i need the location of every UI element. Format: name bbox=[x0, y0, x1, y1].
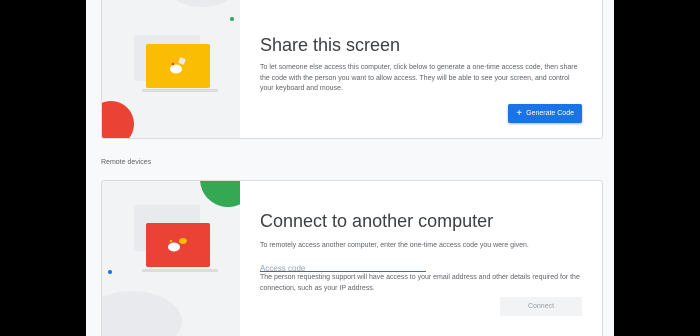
share-hand-icon bbox=[170, 57, 186, 74]
share-illustration bbox=[102, 0, 240, 138]
laptop-base bbox=[142, 269, 218, 272]
gray-blob-decoration bbox=[172, 0, 232, 7]
connect-hand-icon bbox=[168, 238, 187, 252]
access-code-field[interactable] bbox=[260, 258, 426, 275]
laptop-base bbox=[142, 89, 218, 92]
share-title: Share this screen bbox=[260, 35, 401, 55]
laptop-red-screen bbox=[146, 223, 210, 267]
share-screen-card: Share this screen To let someone else ac… bbox=[101, 0, 603, 139]
connect-illustration bbox=[102, 181, 240, 336]
remote-support-page: Share this screen To let someone else ac… bbox=[86, 0, 614, 336]
laptop-yellow-screen bbox=[146, 44, 210, 88]
green-dot-decoration bbox=[230, 17, 234, 21]
share-description: To let someone else access this computer… bbox=[260, 64, 578, 92]
connect-button[interactable]: Connect bbox=[500, 297, 582, 316]
connect-content: Connect to another computer To remotely … bbox=[240, 181, 602, 336]
connect-notice: The person requesting support will have … bbox=[260, 274, 580, 292]
share-content: Share this screen To let someone else ac… bbox=[240, 0, 602, 138]
blue-dot-decoration bbox=[108, 270, 112, 274]
green-blob-decoration bbox=[200, 181, 240, 207]
connect-description: To remotely access another computer, ent… bbox=[260, 242, 529, 249]
connect-title: Connect to another computer bbox=[260, 211, 494, 231]
connect-card: Connect to another computer To remotely … bbox=[101, 180, 603, 336]
remote-devices-label: Remote devices bbox=[101, 159, 152, 166]
plus-icon: + bbox=[516, 108, 523, 119]
gray-blob-decoration bbox=[102, 291, 182, 336]
red-blob-decoration bbox=[102, 101, 134, 138]
generate-code-label: Generate Code bbox=[526, 110, 574, 117]
generate-code-button[interactable]: + Generate Code bbox=[508, 104, 582, 123]
